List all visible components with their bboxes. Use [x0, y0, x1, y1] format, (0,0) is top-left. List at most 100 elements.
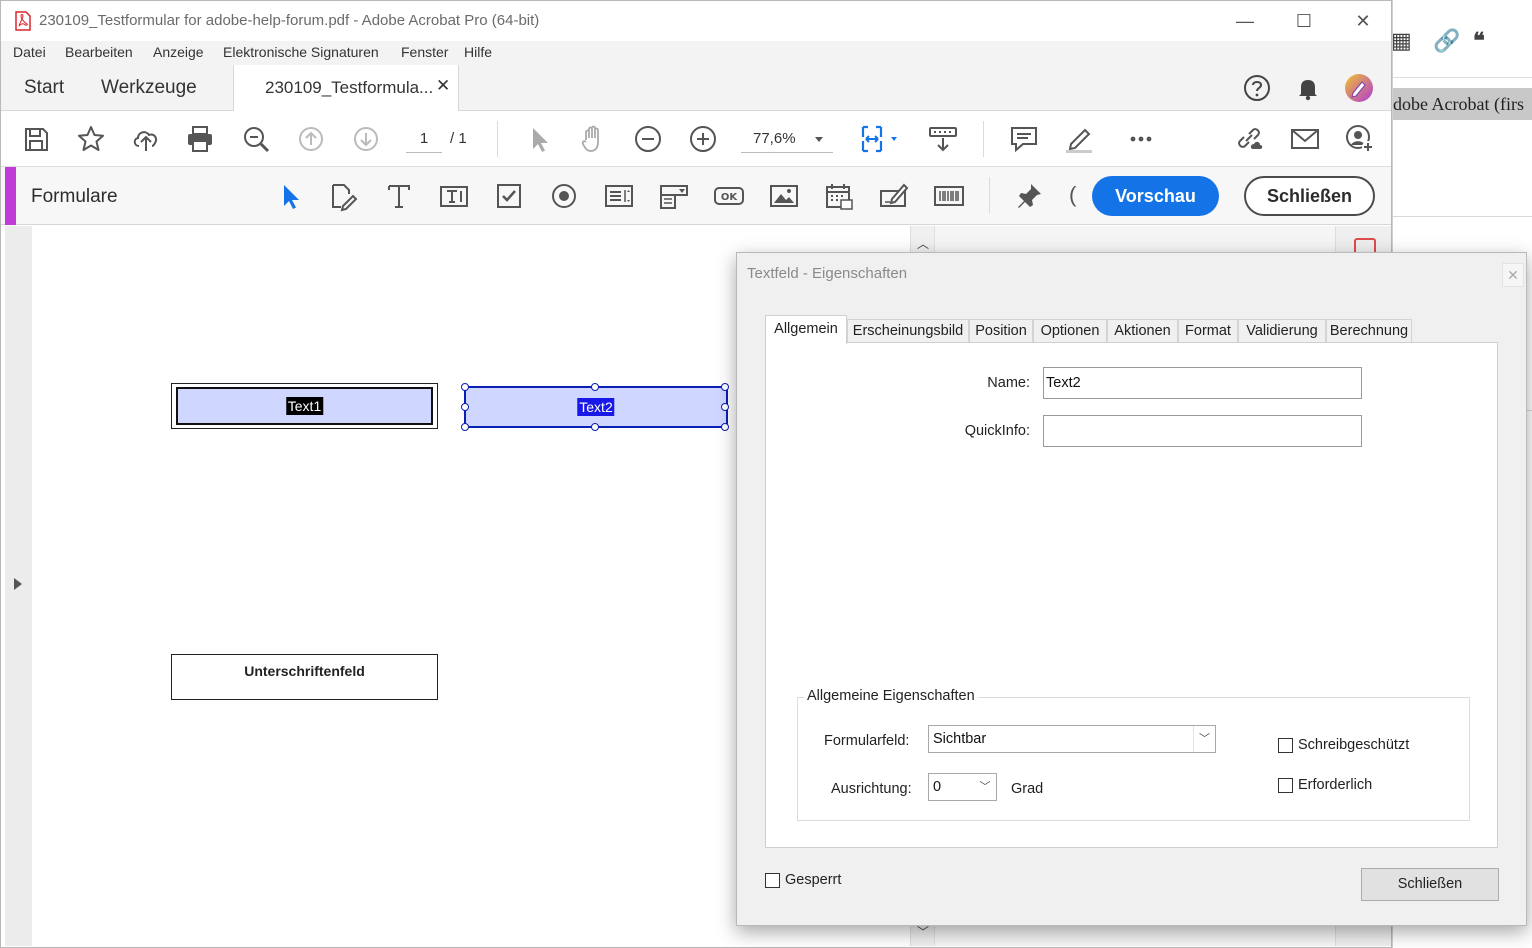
text2-field-label: Text2: [577, 398, 615, 416]
print-icon[interactable]: [184, 123, 216, 155]
text-tool-icon[interactable]: [383, 180, 415, 212]
select-object-icon[interactable]: [274, 180, 306, 212]
barcode-tool-icon[interactable]: [933, 180, 965, 212]
tab-start[interactable]: Start: [24, 65, 64, 111]
mail-icon[interactable]: [1289, 123, 1321, 155]
resize-handle[interactable]: [461, 383, 469, 391]
signature-form-field[interactable]: Unterschriftenfeld: [171, 654, 438, 700]
tab-format[interactable]: Format: [1178, 319, 1238, 343]
zoom-in-icon[interactable]: [687, 123, 719, 155]
bell-icon[interactable]: [1293, 73, 1323, 103]
chevron-down-icon: ﹀: [1193, 726, 1215, 752]
zoom-level-value: 77,6%: [753, 130, 796, 147]
zoom-out-icon[interactable]: [632, 123, 664, 155]
save-icon[interactable]: [20, 123, 52, 155]
link-icon[interactable]: 🔗: [1433, 28, 1460, 54]
menu-item-signaturen[interactable]: Elektronische Signaturen: [223, 44, 379, 60]
resize-handle[interactable]: [461, 423, 469, 431]
tooltip-input[interactable]: [1043, 415, 1362, 447]
dialog-close-button[interactable]: Schließen: [1361, 868, 1499, 901]
form-field-select[interactable]: Sichtbar ﹀: [928, 725, 1216, 753]
resize-handle[interactable]: [461, 403, 469, 411]
radio-button-tool-icon[interactable]: [548, 180, 580, 212]
more-options-icon[interactable]: [1125, 123, 1157, 155]
avatar-icon[interactable]: [1344, 73, 1374, 103]
locked-checkbox[interactable]: [765, 873, 780, 888]
dropdown-tool-icon[interactable]: [658, 180, 690, 212]
scroll-up-icon[interactable]: ︿: [911, 234, 935, 254]
resize-handle[interactable]: [721, 423, 729, 431]
minimize-button[interactable]: —: [1222, 7, 1268, 35]
resize-handle[interactable]: [591, 383, 599, 391]
general-properties-group: Allgemeine Eigenschaften Formularfeld: S…: [797, 688, 1470, 821]
close-tab-icon[interactable]: ✕: [436, 76, 450, 96]
tab-berechnung[interactable]: Berechnung: [1326, 319, 1412, 343]
date-field-icon[interactable]: [823, 180, 855, 212]
checkbox-tool-icon[interactable]: [493, 180, 525, 212]
search-icon[interactable]: [240, 123, 272, 155]
text1-form-field[interactable]: Text1: [171, 383, 438, 429]
readonly-checkbox[interactable]: [1278, 738, 1293, 753]
menu-item-bearbeiten[interactable]: Bearbeiten: [65, 44, 133, 60]
help-icon[interactable]: [1242, 73, 1272, 103]
tab-tools[interactable]: Werkzeuge: [101, 65, 197, 111]
tab-allgemein[interactable]: Allgemein: [765, 315, 847, 344]
group-title: Allgemeine Eigenschaften: [804, 688, 978, 704]
text2-form-field-selected[interactable]: Text2: [464, 386, 728, 428]
button-tool-icon[interactable]: OK: [713, 180, 745, 212]
dialog-close-icon[interactable]: ✕: [1502, 263, 1524, 287]
text-field-properties-dialog: Textfeld - Eigenschaften ✕ Allgemein Ers…: [736, 252, 1527, 926]
resize-handle[interactable]: [591, 423, 599, 431]
previous-page-icon[interactable]: [295, 123, 327, 155]
star-icon[interactable]: [75, 123, 107, 155]
background-heading: dobe Acrobat (firs: [1393, 88, 1532, 120]
fit-page-icon[interactable]: [857, 123, 903, 155]
toolbar-divider: [983, 121, 984, 157]
preview-button[interactable]: Vorschau: [1092, 176, 1219, 216]
add-user-icon[interactable]: [1344, 123, 1376, 155]
comment-icon[interactable]: [1008, 123, 1040, 155]
maximize-button[interactable]: ☐: [1281, 7, 1327, 35]
expand-panel-icon[interactable]: [14, 578, 22, 590]
scroll-mode-icon[interactable]: [927, 123, 959, 155]
page-number-input[interactable]: 1: [406, 125, 442, 153]
orientation-select[interactable]: 0 ﹀: [928, 773, 997, 801]
tab-aktionen[interactable]: Aktionen: [1107, 319, 1178, 343]
menu-item-fenster[interactable]: Fenster: [401, 44, 448, 60]
quote-icon[interactable]: ❝: [1473, 28, 1485, 54]
image-tool-icon[interactable]: [768, 180, 800, 212]
tab-document[interactable]: 230109_Testformula... ✕: [233, 65, 459, 111]
forms-toolbar: Formulare OK (Vorschau Schließen: [1, 167, 1391, 225]
pin-icon[interactable]: [1013, 180, 1045, 212]
pdf-file-icon: [15, 11, 31, 31]
menu-item-anzeige[interactable]: Anzeige: [153, 44, 204, 60]
tab-position[interactable]: Position: [969, 319, 1033, 343]
next-page-icon[interactable]: [350, 123, 382, 155]
select-cursor-icon[interactable]: [523, 123, 555, 155]
toolbar-divider: [497, 121, 498, 157]
table-icon[interactable]: ▦: [1393, 28, 1412, 54]
resize-handle[interactable]: [721, 403, 729, 411]
highlight-pen-icon[interactable]: [1063, 123, 1095, 155]
zoom-level-dropdown[interactable]: 77,6%: [741, 125, 833, 153]
text-field-icon[interactable]: [438, 180, 470, 212]
close-forms-button[interactable]: Schließen: [1244, 176, 1375, 216]
hand-tool-icon[interactable]: [577, 123, 609, 155]
tab-optionen[interactable]: Optionen: [1033, 319, 1107, 343]
orientation-value: 0: [933, 779, 942, 795]
menu-item-datei[interactable]: Datei: [13, 44, 46, 60]
menu-item-hilfe[interactable]: Hilfe: [464, 44, 492, 60]
cloud-upload-icon[interactable]: [130, 123, 162, 155]
readonly-label: Schreibgeschützt: [1298, 737, 1410, 753]
edit-form-icon[interactable]: [328, 180, 360, 212]
name-input[interactable]: [1043, 367, 1362, 399]
tab-erscheinungsbild[interactable]: Erscheinungsbild: [847, 319, 969, 343]
signature-field-icon[interactable]: [878, 180, 910, 212]
close-window-button[interactable]: ✕: [1340, 7, 1386, 35]
partial-tool-glyph: (: [1069, 182, 1077, 207]
resize-handle[interactable]: [721, 383, 729, 391]
list-box-tool-icon[interactable]: [603, 180, 635, 212]
required-checkbox[interactable]: [1278, 778, 1293, 793]
tab-validierung[interactable]: Validierung: [1238, 319, 1326, 343]
share-link-icon[interactable]: [1233, 123, 1265, 155]
